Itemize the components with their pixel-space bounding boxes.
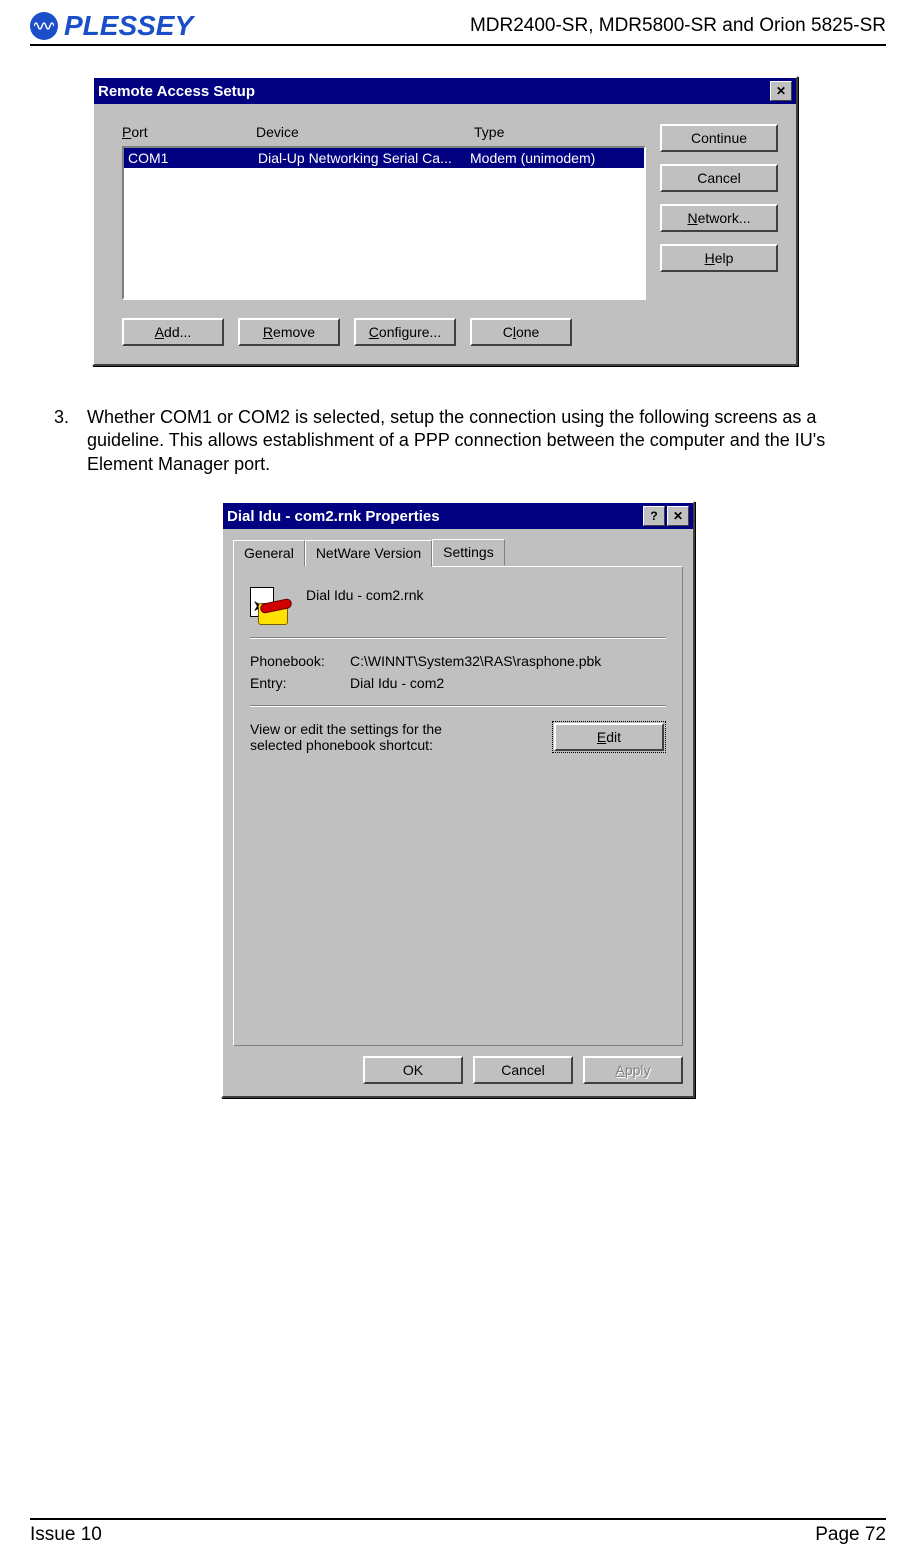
tab-netware[interactable]: NetWare Version [305, 540, 432, 567]
dialog-titlebar: Remote Access Setup ✕ [94, 78, 796, 104]
col-port-first: P [122, 124, 131, 140]
clone-button[interactable]: Clone [470, 318, 572, 346]
add-button[interactable]: Add... [122, 318, 224, 346]
ok-button[interactable]: OK [363, 1056, 463, 1084]
divider [250, 705, 666, 707]
tab-strip: General NetWare Version Settings [233, 539, 693, 566]
dialog-title: Remote Access Setup [98, 83, 255, 100]
step-text: Whether COM1 or COM2 is selected, setup … [87, 406, 886, 476]
properties-dialog: Dial Idu - com2.rnk Properties ? ✕ Gener… [221, 501, 695, 1098]
dialog-title: Dial Idu - com2.rnk Properties [227, 508, 440, 525]
col-port: ort [131, 124, 147, 140]
instruction-step: 3. Whether COM1 or COM2 is selected, set… [54, 406, 886, 476]
phonebook-label: Phonebook: [250, 653, 340, 669]
tab-general[interactable]: General [233, 540, 305, 567]
logo: PLESSEY [30, 10, 193, 42]
list-item[interactable]: COM1 Dial-Up Networking Serial Ca... Mod… [124, 148, 644, 168]
cell-device: Dial-Up Networking Serial Ca... [258, 150, 470, 166]
page-number: Page 72 [815, 1524, 886, 1546]
divider [250, 637, 666, 639]
shortcut-phone-icon [250, 587, 286, 623]
step-number: 3. [54, 406, 69, 476]
list-header: Port Device Type [122, 124, 646, 140]
document-header: PLESSEY MDR2400-SR, MDR5800-SR and Orion… [30, 10, 886, 46]
edit-hint: View or edit the settings for the select… [250, 721, 470, 753]
col-type: Type [474, 124, 646, 140]
port-listbox[interactable]: COM1 Dial-Up Networking Serial Ca... Mod… [122, 146, 646, 300]
continue-button[interactable]: Continue [660, 124, 778, 152]
remove-button[interactable]: Remove [238, 318, 340, 346]
edit-button[interactable]: Edit [554, 723, 664, 751]
shortcut-name: Dial Idu - com2.rnk [306, 587, 423, 603]
col-device: Device [256, 124, 474, 140]
remote-access-setup-dialog: Remote Access Setup ✕ Port Device Type C… [92, 76, 798, 366]
cancel-button[interactable]: Cancel [473, 1056, 573, 1084]
configure-button[interactable]: Configure... [354, 318, 456, 346]
issue-number: Issue 10 [30, 1524, 102, 1546]
cancel-button[interactable]: Cancel [660, 164, 778, 192]
tab-panel-settings: Dial Idu - com2.rnk Phonebook: C:\WINNT\… [233, 566, 683, 1046]
cell-port: COM1 [128, 150, 258, 166]
entry-label: Entry: [250, 675, 340, 691]
document-title: MDR2400-SR, MDR5800-SR and Orion 5825-SR [470, 15, 886, 37]
help-button[interactable]: Help [660, 244, 778, 272]
phonebook-value: C:\WINNT\System32\RAS\rasphone.pbk [350, 653, 601, 669]
logo-mark-icon [30, 12, 58, 40]
cell-type: Modem (unimodem) [470, 150, 640, 166]
logo-text: PLESSEY [64, 10, 193, 42]
close-icon[interactable]: ✕ [667, 506, 689, 526]
help-icon[interactable]: ? [643, 506, 665, 526]
close-icon[interactable]: ✕ [770, 81, 792, 101]
document-footer: Issue 10 Page 72 [30, 1518, 886, 1546]
network-button[interactable]: Network... [660, 204, 778, 232]
apply-button[interactable]: Apply [583, 1056, 683, 1084]
tab-settings[interactable]: Settings [432, 539, 505, 566]
dialog-titlebar: Dial Idu - com2.rnk Properties ? ✕ [223, 503, 693, 529]
entry-value: Dial Idu - com2 [350, 675, 444, 691]
